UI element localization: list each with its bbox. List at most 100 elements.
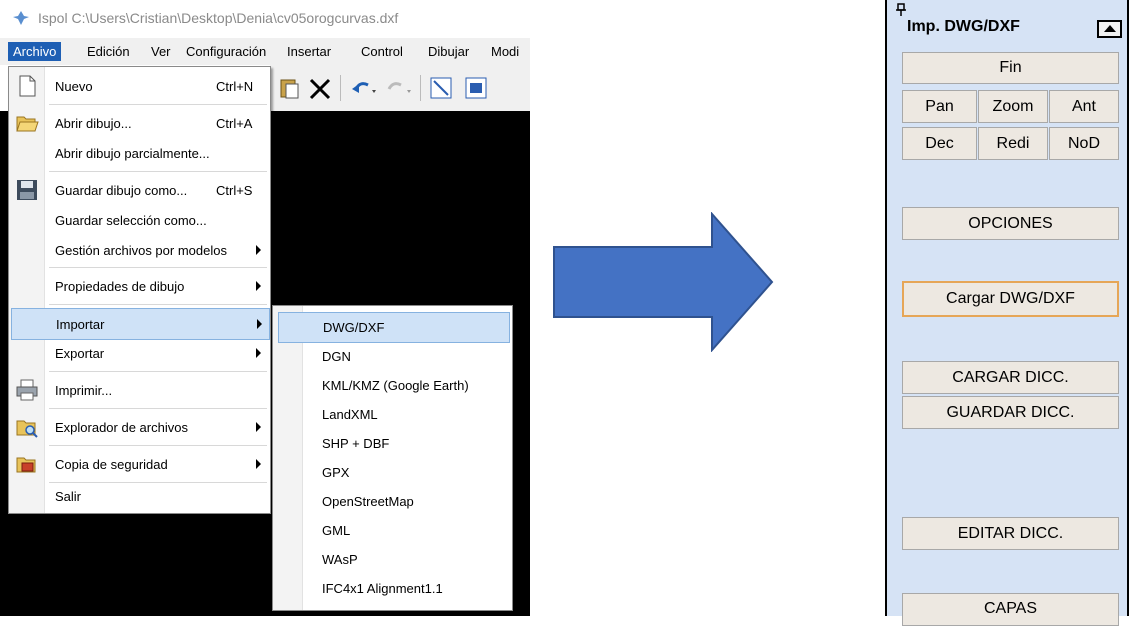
menu-item-label: DGN	[322, 349, 351, 364]
opciones-button[interactable]: OPCIONES	[902, 207, 1119, 240]
menu-item-shortcut: Ctrl+A	[216, 116, 253, 131]
import-item-openstreetmap[interactable]: OpenStreetMap	[278, 487, 508, 516]
app-icon	[13, 11, 29, 25]
menu-item-label: Propiedades de dibujo	[55, 279, 185, 294]
menu-item-propiedades[interactable]: Propiedades de dibujo	[11, 271, 268, 301]
new-document-icon	[19, 75, 36, 97]
cargar-dicc-button[interactable]: CARGAR DICC.	[902, 361, 1119, 394]
undo-icon[interactable]	[350, 79, 380, 97]
import-item-gml[interactable]: GML	[278, 516, 508, 545]
guardar-dicc-button[interactable]: GUARDAR DICC.	[902, 396, 1119, 429]
menu-item-exportar[interactable]: Exportar	[11, 338, 268, 368]
menu-bar: Archivo Edición Ver Configuración Insert…	[0, 38, 530, 65]
right-arrow-icon	[553, 212, 774, 352]
menu-item-label: Abrir dibujo parcialmente...	[55, 146, 210, 161]
menu-item-explorador[interactable]: Explorador de archivos	[11, 412, 268, 442]
import-item-ifc[interactable]: IFC4x1 Alignment1.1	[278, 574, 508, 603]
menu-item-label: Explorador de archivos	[55, 420, 188, 435]
menu-item-label: Imprimir...	[55, 383, 113, 398]
cut-icon[interactable]	[308, 77, 332, 101]
redi-button[interactable]: Redi	[978, 127, 1048, 160]
menu-item-salir[interactable]: Salir	[11, 483, 268, 513]
submenu-arrow-icon	[256, 348, 261, 358]
import-item-shp[interactable]: SHP + DBF	[278, 429, 508, 458]
paste-icon[interactable]	[280, 77, 300, 99]
menu-item-imprimir[interactable]: Imprimir...	[11, 375, 268, 405]
menu-item-label: GPX	[322, 465, 350, 480]
menu-item-abrir-dibujo[interactable]: Abrir dibujo... Ctrl+A	[11, 108, 268, 138]
window-titlebar: Ispol C:\Users\Cristian\Desktop\Denia\cv…	[0, 0, 530, 38]
menu-item-label: GML	[322, 523, 351, 538]
menu-item-label: Guardar selección como...	[55, 213, 207, 228]
menu-item-label: OpenStreetMap	[322, 494, 414, 509]
menu-item-label: Nuevo	[55, 79, 93, 94]
printer-icon	[16, 379, 38, 401]
editar-dicc-button[interactable]: EDITAR DICC.	[902, 517, 1119, 550]
ant-button[interactable]: Ant	[1049, 90, 1119, 123]
zoom-window-icon[interactable]	[430, 77, 452, 99]
zoom-button[interactable]: Zoom	[978, 90, 1048, 123]
menu-item-importar[interactable]: Importar	[11, 308, 270, 340]
panel-title: Imp. DWG/DXF	[907, 18, 1020, 35]
backup-folder-icon	[16, 457, 36, 473]
menu-item-nuevo[interactable]: Nuevo Ctrl+N	[11, 71, 268, 101]
import-item-landxml[interactable]: LandXML	[278, 400, 508, 429]
menu-item-label: Copia de seguridad	[55, 457, 168, 472]
submenu-arrow-icon	[256, 459, 261, 469]
file-menu: Nuevo Ctrl+N Abrir dibujo... Ctrl+A Abri…	[8, 66, 271, 514]
menu-item-label: KML/KMZ (Google Earth)	[322, 378, 469, 393]
menu-archivo[interactable]: Archivo	[8, 42, 62, 61]
import-item-dgn[interactable]: DGN	[278, 342, 508, 371]
pin-icon[interactable]	[896, 3, 906, 17]
menu-dibujar[interactable]: Dibujar	[423, 42, 474, 61]
import-dwg-panel: Imp. DWG/DXF Fin Pan Zoom Ant Dec Redi N…	[885, 0, 1129, 626]
menu-separator	[49, 304, 267, 305]
toolbar	[270, 65, 530, 111]
menu-item-label: DWG/DXF	[323, 320, 385, 335]
submenu-arrow-icon	[257, 319, 262, 329]
zoom-extents-icon[interactable]	[465, 77, 487, 99]
menu-modificar[interactable]: Modi	[486, 42, 524, 61]
open-folder-icon	[16, 116, 39, 132]
redo-icon[interactable]	[385, 79, 415, 97]
menu-item-label: WAsP	[322, 552, 358, 567]
menu-item-abrir-parcialmente[interactable]: Abrir dibujo parcialmente...	[11, 138, 268, 168]
pan-button[interactable]: Pan	[902, 90, 977, 123]
nod-button[interactable]: NoD	[1049, 127, 1119, 160]
folder-search-icon	[16, 420, 38, 438]
menu-ver[interactable]: Ver	[146, 42, 176, 61]
floppy-disk-icon	[17, 180, 37, 200]
menu-separator	[49, 171, 267, 172]
toolbar-separator	[420, 75, 421, 101]
menu-item-shortcut: Ctrl+N	[216, 79, 254, 94]
menu-edicion[interactable]: Edición	[82, 42, 135, 61]
toolbar-separator	[340, 75, 341, 101]
menu-separator	[49, 445, 267, 446]
menu-item-guardar-como[interactable]: Guardar dibujo como... Ctrl+S	[11, 175, 268, 205]
fin-button[interactable]: Fin	[902, 52, 1119, 84]
import-item-dwg-dxf[interactable]: DWG/DXF	[278, 312, 510, 343]
collapse-button[interactable]	[1097, 20, 1122, 38]
collapse-up-icon	[1104, 25, 1116, 32]
cargar-dwg-dxf-button[interactable]: Cargar DWG/DXF	[902, 281, 1119, 317]
menu-item-copia-seguridad[interactable]: Copia de seguridad	[11, 449, 268, 479]
import-item-kml[interactable]: KML/KMZ (Google Earth)	[278, 371, 508, 400]
menu-separator	[49, 104, 267, 105]
menu-item-gestion-archivos[interactable]: Gestión archivos por modelos	[11, 235, 268, 265]
menu-separator	[49, 371, 267, 372]
menu-separator	[49, 408, 267, 409]
import-item-wasp[interactable]: WAsP	[278, 545, 508, 574]
import-item-gpx[interactable]: GPX	[278, 458, 508, 487]
submenu-arrow-icon	[256, 281, 261, 291]
menu-item-label: Abrir dibujo...	[55, 116, 132, 131]
menu-item-guardar-seleccion[interactable]: Guardar selección como...	[11, 205, 268, 235]
window-title: Ispol C:\Users\Cristian\Desktop\Denia\cv…	[38, 10, 399, 26]
dec-button[interactable]: Dec	[902, 127, 977, 160]
capas-button[interactable]: CAPAS	[902, 593, 1119, 626]
menu-item-label: Gestión archivos por modelos	[55, 243, 227, 258]
submenu-arrow-icon	[256, 245, 261, 255]
menu-configuracion[interactable]: Configuración	[181, 42, 271, 61]
menu-item-shortcut: Ctrl+S	[216, 183, 253, 198]
menu-insertar[interactable]: Insertar	[282, 42, 336, 61]
menu-control[interactable]: Control	[356, 42, 408, 61]
